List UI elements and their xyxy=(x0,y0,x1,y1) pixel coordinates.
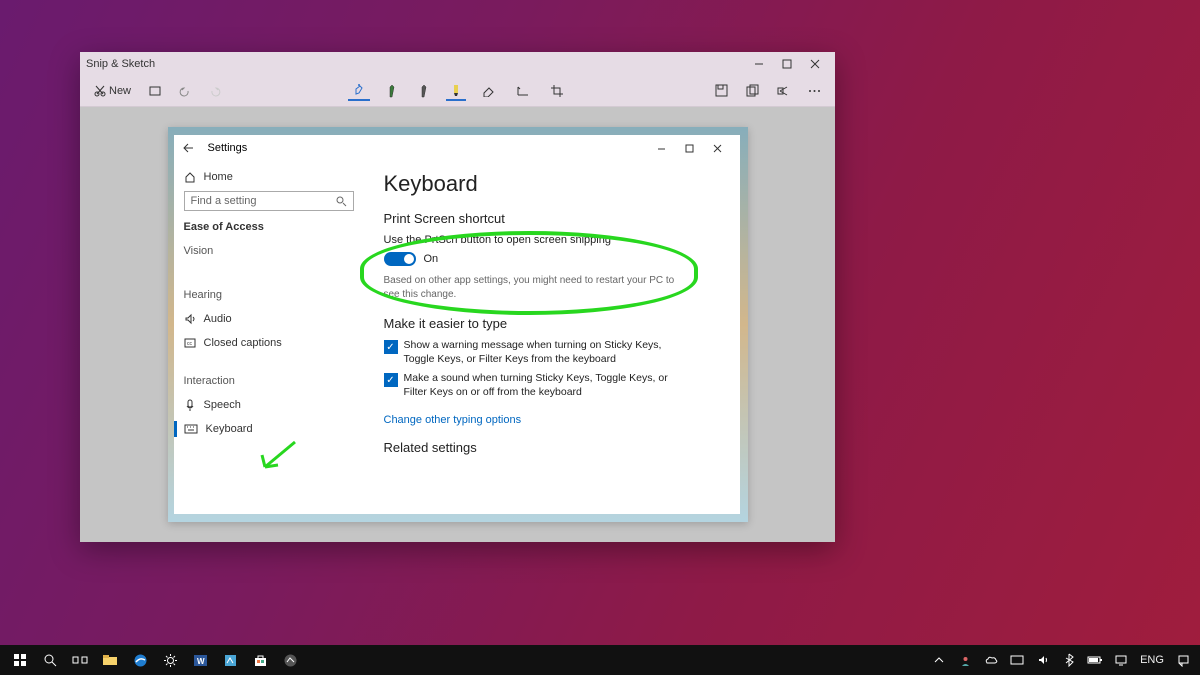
settings-close-button[interactable] xyxy=(704,144,732,153)
screenshot-preview: Settings Home Find a setting xyxy=(168,127,748,522)
sidebar-search[interactable]: Find a setting xyxy=(184,191,354,211)
tray-chevron[interactable] xyxy=(928,646,950,674)
pencil-button[interactable] xyxy=(414,82,434,100)
snip-toolbar: New xyxy=(80,76,835,107)
sidebar-home[interactable]: Home xyxy=(184,167,354,191)
sidebar-item-speech[interactable]: Speech xyxy=(184,393,354,417)
tray-keyboard[interactable] xyxy=(1006,646,1028,674)
sidebar-item-label: Speech xyxy=(204,399,241,411)
sidebar-item-label: Closed captions xyxy=(204,337,282,349)
redo-button[interactable] xyxy=(205,83,225,99)
snip-title: Snip & Sketch xyxy=(86,58,745,70)
file-explorer-button[interactable] xyxy=(96,646,124,674)
more-button[interactable] xyxy=(804,82,825,99)
settings-title: Settings xyxy=(202,142,648,154)
tray-bluetooth[interactable] xyxy=(1058,646,1080,674)
tray-notifications[interactable] xyxy=(1172,646,1194,674)
sidebar-group-vision: Vision xyxy=(184,239,354,263)
home-label: Home xyxy=(204,171,233,183)
checkbox-warning[interactable]: ✓ xyxy=(384,340,398,354)
page-heading: Keyboard xyxy=(384,171,720,197)
app-button-1[interactable] xyxy=(216,646,244,674)
highlighter-button[interactable] xyxy=(446,81,466,101)
checkbox-sound-label: Make a sound when turning Sticky Keys, T… xyxy=(404,372,684,399)
word-button[interactable]: W xyxy=(186,646,214,674)
search-placeholder: Find a setting xyxy=(191,195,336,207)
snip-canvas: Settings Home Find a setting xyxy=(80,107,835,542)
close-button[interactable] xyxy=(801,54,829,74)
touch-writing-button[interactable] xyxy=(348,81,370,101)
copy-button[interactable] xyxy=(742,82,763,99)
audio-icon xyxy=(184,313,196,325)
back-button[interactable] xyxy=(182,143,202,153)
annotation-oval xyxy=(360,231,698,315)
tray-language[interactable]: ENG xyxy=(1136,646,1168,674)
store-button[interactable] xyxy=(246,646,274,674)
settings-maximize-button[interactable] xyxy=(676,144,704,153)
sidebar-category: Ease of Access xyxy=(184,221,354,233)
keyboard-icon xyxy=(184,424,198,434)
sidebar-group-interaction: Interaction xyxy=(184,369,354,393)
speech-icon xyxy=(184,399,196,411)
snip-titlebar: Snip & Sketch xyxy=(80,52,835,76)
sidebar-item-audio[interactable]: Audio xyxy=(184,307,354,331)
tray-battery[interactable] xyxy=(1084,646,1106,674)
eraser-button[interactable] xyxy=(478,83,500,99)
new-label: New xyxy=(109,85,131,97)
minimize-button[interactable] xyxy=(745,54,773,74)
section-easier-type: Make it easier to type xyxy=(384,316,720,331)
settings-button[interactable] xyxy=(156,646,184,674)
tray-network[interactable] xyxy=(1110,646,1132,674)
tray-onedrive[interactable] xyxy=(980,646,1002,674)
search-button[interactable] xyxy=(36,646,64,674)
settings-minimize-button[interactable] xyxy=(648,144,676,153)
share-button[interactable] xyxy=(773,82,794,99)
scissors-icon xyxy=(94,85,106,97)
settings-main: Keyboard Print Screen shortcut Use the P… xyxy=(364,161,740,514)
task-view-button[interactable] xyxy=(66,646,94,674)
svg-text:W: W xyxy=(197,657,205,666)
checkbox-row-warning: ✓ Show a warning message when turning on… xyxy=(384,339,720,366)
save-button[interactable] xyxy=(711,82,732,99)
tray-people[interactable] xyxy=(954,646,976,674)
annotation-arrow xyxy=(250,437,310,477)
sidebar-item-closed-captions[interactable]: cc Closed captions xyxy=(184,331,354,355)
rect-snip-button[interactable] xyxy=(145,83,165,99)
ruler-button[interactable] xyxy=(512,83,534,99)
tray-volume[interactable] xyxy=(1032,646,1054,674)
snip-sketch-window: Snip & Sketch New xyxy=(80,52,835,542)
section-related: Related settings xyxy=(384,440,720,455)
snip-sketch-taskbar-button[interactable] xyxy=(276,646,304,674)
crop-button[interactable] xyxy=(546,82,568,100)
change-other-link[interactable]: Change other typing options xyxy=(384,414,522,426)
undo-button[interactable] xyxy=(175,83,195,99)
start-button[interactable] xyxy=(6,646,34,674)
maximize-button[interactable] xyxy=(773,54,801,74)
home-icon xyxy=(184,171,196,183)
sidebar-group-hearing: Hearing xyxy=(184,283,354,307)
new-snip-button[interactable]: New xyxy=(90,83,135,99)
section-print-screen: Print Screen shortcut xyxy=(384,211,720,226)
checkbox-row-sound: ✓ Make a sound when turning Sticky Keys,… xyxy=(384,372,720,399)
edge-button[interactable] xyxy=(126,646,154,674)
sidebar-item-label: Audio xyxy=(204,313,232,325)
svg-text:cc: cc xyxy=(187,341,193,347)
cc-icon: cc xyxy=(184,338,196,348)
checkbox-warning-label: Show a warning message when turning on S… xyxy=(404,339,684,366)
taskbar: W ENG xyxy=(0,645,1200,675)
ballpoint-pen-button[interactable] xyxy=(382,82,402,100)
settings-titlebar: Settings xyxy=(174,135,740,161)
sidebar-item-label: Keyboard xyxy=(206,423,253,435)
checkbox-sound[interactable]: ✓ xyxy=(384,373,398,387)
search-icon xyxy=(336,196,347,207)
